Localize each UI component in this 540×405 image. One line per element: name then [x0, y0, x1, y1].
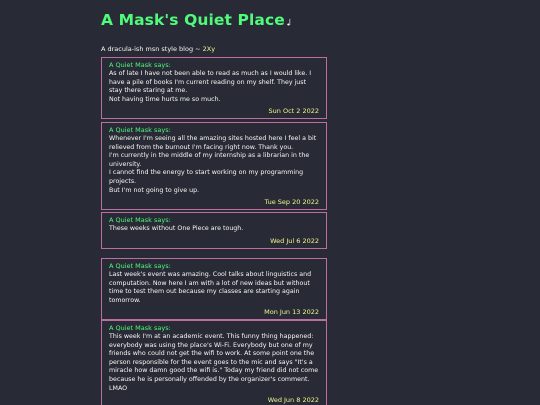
post-author: A Quiet Mask says:	[109, 61, 171, 69]
site-title-text: A Mask's Quiet Place	[101, 11, 285, 29]
post-date: Tue Sep 20 2022	[264, 198, 319, 207]
post-date: Mon Jun 13 2022	[264, 308, 319, 317]
post-line: Last week's event was amazing. Cool talk…	[109, 271, 312, 304]
blog-post: A Quiet Mask says: Whenever I'm seeing a…	[101, 122, 327, 211]
blog-post: A Quiet Mask says: These weeks without O…	[101, 212, 327, 249]
post-line: This week I'm at an academic event. This…	[109, 333, 319, 392]
post-date: Wed Jul 6 2022	[270, 236, 319, 245]
tagline-accent: 2Xy	[202, 45, 216, 53]
blog-post: A Quiet Mask says: As of late I have not…	[101, 57, 327, 120]
post-line: Whenever I'm seeing all the amazing site…	[109, 135, 317, 151]
post-line: As of late I have not been able to read …	[109, 70, 312, 95]
post-author: A Quiet Mask says:	[109, 324, 171, 332]
tagline: A dracula-ish msn style blog ~ 2Xy	[101, 45, 441, 54]
post-line: These weeks without One Piece are tough.	[109, 225, 244, 232]
blog-post: A Quiet Mask says: Last week's event was…	[101, 258, 327, 321]
post-date: Wed Jun 8 2022	[267, 396, 319, 405]
post-body: These weeks without One Piece are tough.	[109, 225, 319, 234]
site-header: A Mask's Quiet Place 𝆺𝅥 A dracula-ish msn…	[101, 10, 441, 54]
post-author: A Quiet Mask says:	[109, 216, 171, 224]
post-line: I'm currently in the middle of my intern…	[109, 152, 310, 168]
post-body: This week I'm at an academic event. This…	[109, 333, 319, 393]
blog-post: A Quiet Mask says: This week I'm at an a…	[101, 320, 327, 405]
post-body: As of late I have not been able to read …	[109, 70, 319, 104]
music-note-icon: 𝆺𝅥	[286, 19, 291, 29]
tagline-text: A dracula-ish msn style blog ~	[101, 45, 203, 53]
post-body: Last week's event was amazing. Cool talk…	[109, 271, 319, 305]
post-line: But I'm not going to give up.	[109, 186, 200, 194]
post-body: Whenever I'm seeing all the amazing site…	[109, 135, 319, 195]
post-line: I cannot find the energy to start workin…	[109, 169, 304, 185]
post-author: A Quiet Mask says:	[109, 126, 171, 134]
post-date: Sun Oct 2 2022	[268, 107, 319, 116]
site-title: A Mask's Quiet Place 𝆺𝅥	[101, 10, 441, 34]
post-line: Not having time hurts me so much.	[109, 95, 221, 103]
post-author: A Quiet Mask says:	[109, 262, 171, 270]
